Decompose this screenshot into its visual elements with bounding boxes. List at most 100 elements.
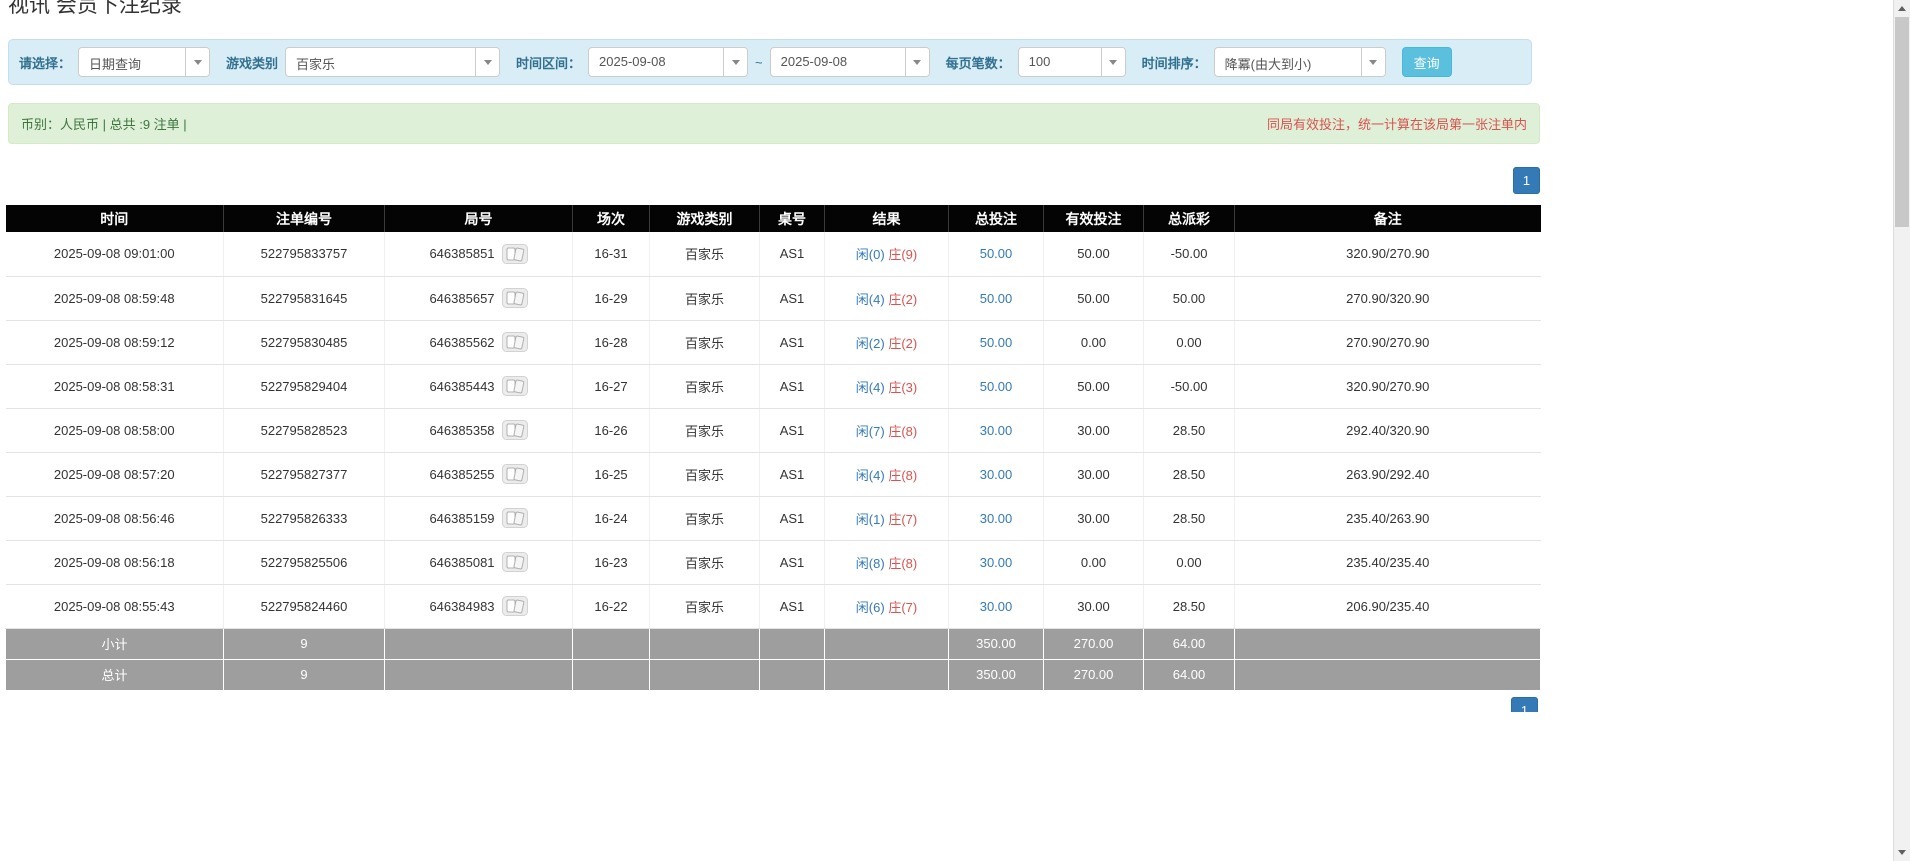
cell-round-id: 646385562 <box>385 320 573 364</box>
cell-note: 235.40/263.90 <box>1235 496 1541 540</box>
chevron-down-icon[interactable] <box>185 48 209 76</box>
result-player: 闲(4) <box>856 380 885 395</box>
cell-bet-id: 522795830485 <box>224 320 385 364</box>
cell-round-id: 646385358 <box>385 408 573 452</box>
view-round-cards-icon[interactable] <box>502 420 528 440</box>
cell-session: 16-29 <box>573 276 650 320</box>
page-size-select[interactable]: 100 <box>1018 47 1126 77</box>
chevron-down-icon[interactable] <box>905 48 929 76</box>
result-banker: 庄(2) <box>888 336 917 351</box>
cell-round-id: 646385657 <box>385 276 573 320</box>
cell-bet-id: 522795833757 <box>224 232 385 276</box>
filter-bar: 请选择： 日期查询 游戏类别 百家乐 时间区间： 2025-09-08 ~ 20… <box>8 39 1532 85</box>
total-bet-link[interactable]: 30.00 <box>980 511 1013 526</box>
result-banker: 庄(9) <box>888 247 917 262</box>
total-bet-link[interactable]: 50.00 <box>980 291 1013 306</box>
cell-result: 闲(1) 庄(7) <box>825 496 949 540</box>
result-banker: 庄(8) <box>888 556 917 571</box>
vertical-scrollbar[interactable] <box>1893 0 1910 861</box>
time-range-label: 时间区间： <box>516 53 581 72</box>
cell-round-id: 646385443 <box>385 364 573 408</box>
total-total-bet: 350.00 <box>949 659 1044 690</box>
date-from-select[interactable]: 2025-09-08 <box>588 47 748 77</box>
chevron-down-icon[interactable] <box>1101 48 1125 76</box>
sort-value: 降冪(由大到小) <box>1215 48 1361 76</box>
view-round-cards-icon[interactable] <box>502 288 528 308</box>
total-bet-link[interactable]: 30.00 <box>980 599 1013 614</box>
sort-select[interactable]: 降冪(由大到小) <box>1214 47 1386 77</box>
cell-result: 闲(8) 庄(8) <box>825 540 949 584</box>
table-body: 2025-09-08 09:01:00 522795833757 6463858… <box>6 232 1541 628</box>
subtotal-count: 9 <box>224 628 385 659</box>
cell-payout: 50.00 <box>1144 276 1235 320</box>
scrollbar-thumb[interactable] <box>1895 17 1909 227</box>
result-banker: 庄(8) <box>888 468 917 483</box>
cell-payout: 28.50 <box>1144 408 1235 452</box>
table-row: 2025-09-08 08:58:00 522795828523 6463853… <box>6 408 1541 452</box>
cell-round-id: 646385851 <box>385 232 573 276</box>
pagination-bottom: 1 <box>1511 697 1538 712</box>
total-payout: 64.00 <box>1144 659 1235 690</box>
cell-note: 270.90/320.90 <box>1235 276 1541 320</box>
page-button-1-bottom[interactable]: 1 <box>1511 697 1538 712</box>
cell-payout: 0.00 <box>1144 540 1235 584</box>
header-round-id: 局号 <box>385 205 573 232</box>
total-bet-link[interactable]: 50.00 <box>980 335 1013 350</box>
date-to-select[interactable]: 2025-09-08 <box>770 47 930 77</box>
subtotal-payout: 64.00 <box>1144 628 1235 659</box>
scroll-down-button[interactable] <box>1894 844 1910 861</box>
cell-game-type: 百家乐 <box>650 320 760 364</box>
view-round-cards-icon[interactable] <box>502 552 528 572</box>
bet-records-table: 时间 注单编号 局号 场次 游戏类别 桌号 结果 总投注 有效投注 总派彩 备注… <box>5 205 1541 691</box>
total-bet-link[interactable]: 30.00 <box>980 555 1013 570</box>
chevron-down-icon[interactable] <box>475 48 499 76</box>
view-round-cards-icon[interactable] <box>502 464 528 484</box>
cell-session: 16-23 <box>573 540 650 584</box>
game-type-select[interactable]: 百家乐 <box>285 47 500 77</box>
header-result: 结果 <box>825 205 949 232</box>
cell-result: 闲(7) 庄(8) <box>825 408 949 452</box>
view-round-cards-icon[interactable] <box>502 508 528 528</box>
view-round-cards-icon[interactable] <box>502 376 528 396</box>
search-button[interactable]: 查询 <box>1402 47 1452 77</box>
cell-table-no: AS1 <box>760 408 825 452</box>
cell-time: 2025-09-08 08:58:31 <box>6 364 224 408</box>
cell-total-bet: 30.00 <box>949 408 1044 452</box>
cell-game-type: 百家乐 <box>650 540 760 584</box>
cell-result: 闲(6) 庄(7) <box>825 584 949 628</box>
game-type-value: 百家乐 <box>286 48 475 76</box>
round-id-text: 646385657 <box>429 291 494 306</box>
page-button-1[interactable]: 1 <box>1513 167 1540 194</box>
date-from-value: 2025-09-08 <box>589 48 723 76</box>
header-game-type: 游戏类别 <box>650 205 760 232</box>
page-size-label: 每页笔数： <box>946 53 1011 72</box>
chevron-down-icon[interactable] <box>1361 48 1385 76</box>
result-player: 闲(7) <box>856 424 885 439</box>
round-id-text: 646385159 <box>429 511 494 526</box>
cell-result: 闲(4) 庄(2) <box>825 276 949 320</box>
table-row: 2025-09-08 08:56:18 522795825506 6463850… <box>6 540 1541 584</box>
cell-payout: 0.00 <box>1144 320 1235 364</box>
chevron-down-icon[interactable] <box>723 48 747 76</box>
cell-valid-bet: 50.00 <box>1044 364 1144 408</box>
view-round-cards-icon[interactable] <box>502 244 528 264</box>
query-type-select[interactable]: 日期查询 <box>78 47 210 77</box>
total-bet-link[interactable]: 30.00 <box>980 423 1013 438</box>
total-bet-link[interactable]: 50.00 <box>980 246 1013 261</box>
cell-note: 320.90/270.90 <box>1235 232 1541 276</box>
scroll-up-button[interactable] <box>1894 0 1910 17</box>
cell-payout: 28.50 <box>1144 496 1235 540</box>
view-round-cards-icon[interactable] <box>502 332 528 352</box>
result-player: 闲(6) <box>856 600 885 615</box>
cell-result: 闲(4) 庄(3) <box>825 364 949 408</box>
main-content: 视讯 会员下注纪录 请选择： 日期查询 游戏类别 百家乐 时间区间： 2025-… <box>0 0 1893 712</box>
total-bet-link[interactable]: 30.00 <box>980 467 1013 482</box>
subtotal-label: 小计 <box>6 628 224 659</box>
round-id-text: 646385358 <box>429 423 494 438</box>
view-round-cards-icon[interactable] <box>502 596 528 616</box>
subtotal-total-bet: 350.00 <box>949 628 1044 659</box>
total-bet-link[interactable]: 50.00 <box>980 379 1013 394</box>
cell-round-id: 646385081 <box>385 540 573 584</box>
cell-game-type: 百家乐 <box>650 584 760 628</box>
cell-payout: -50.00 <box>1144 364 1235 408</box>
